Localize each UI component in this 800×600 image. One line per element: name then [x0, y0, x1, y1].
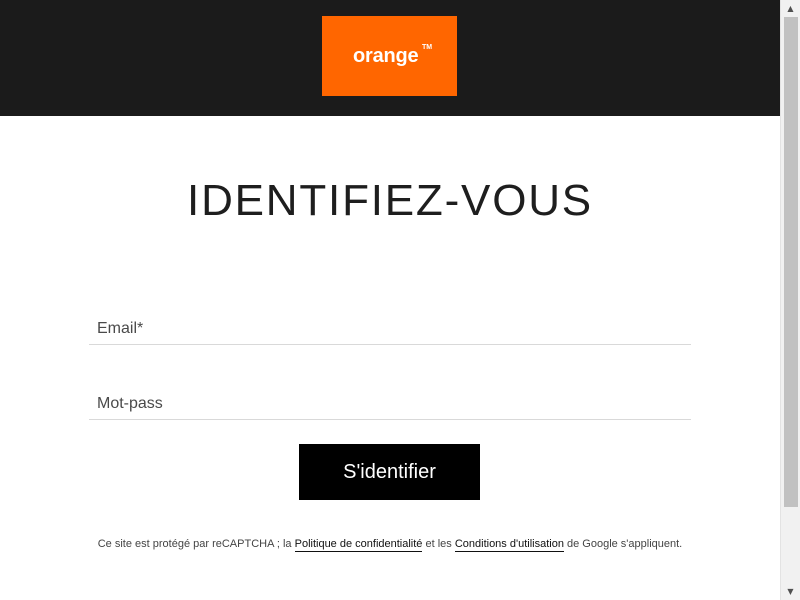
- scroll-down-arrow-icon[interactable]: ▼: [781, 583, 800, 600]
- logo-text: orange: [353, 45, 419, 67]
- recaptcha-notice: Ce site est protégé par reCAPTCHA ; la P…: [0, 536, 780, 552]
- logo-trademark: TM: [422, 44, 433, 51]
- terms-of-use-link[interactable]: Conditions d'utilisation: [454, 538, 564, 552]
- orange-logo[interactable]: orange TM: [322, 16, 457, 96]
- recaptcha-notice-prefix: Ce site est protégé par reCAPTCHA ; la: [97, 538, 295, 550]
- login-page: orange TM IDENTIFIEZ-VOUS S'identifier C…: [0, 0, 800, 600]
- sign-in-button[interactable]: S'identifier: [299, 444, 480, 500]
- email-field[interactable]: [89, 311, 691, 344]
- login-content: IDENTIFIEZ-VOUS S'identifier Ce site est…: [0, 116, 780, 600]
- privacy-policy-link[interactable]: Politique de confidentialité: [294, 538, 423, 552]
- scroll-up-arrow-icon[interactable]: ▲: [781, 0, 800, 17]
- password-field[interactable]: [89, 386, 691, 419]
- site-header: orange TM: [0, 0, 780, 116]
- vertical-scrollbar[interactable]: ▲ ▼: [780, 0, 800, 600]
- password-field-wrapper: [89, 386, 691, 420]
- recaptcha-notice-suffix: de Google s'appliquent.: [563, 538, 683, 550]
- scrollbar-thumb[interactable]: [784, 17, 798, 507]
- recaptcha-notice-middle: et les: [422, 538, 455, 550]
- email-field-wrapper: [89, 311, 691, 345]
- page-title: IDENTIFIEZ-VOUS: [187, 176, 593, 225]
